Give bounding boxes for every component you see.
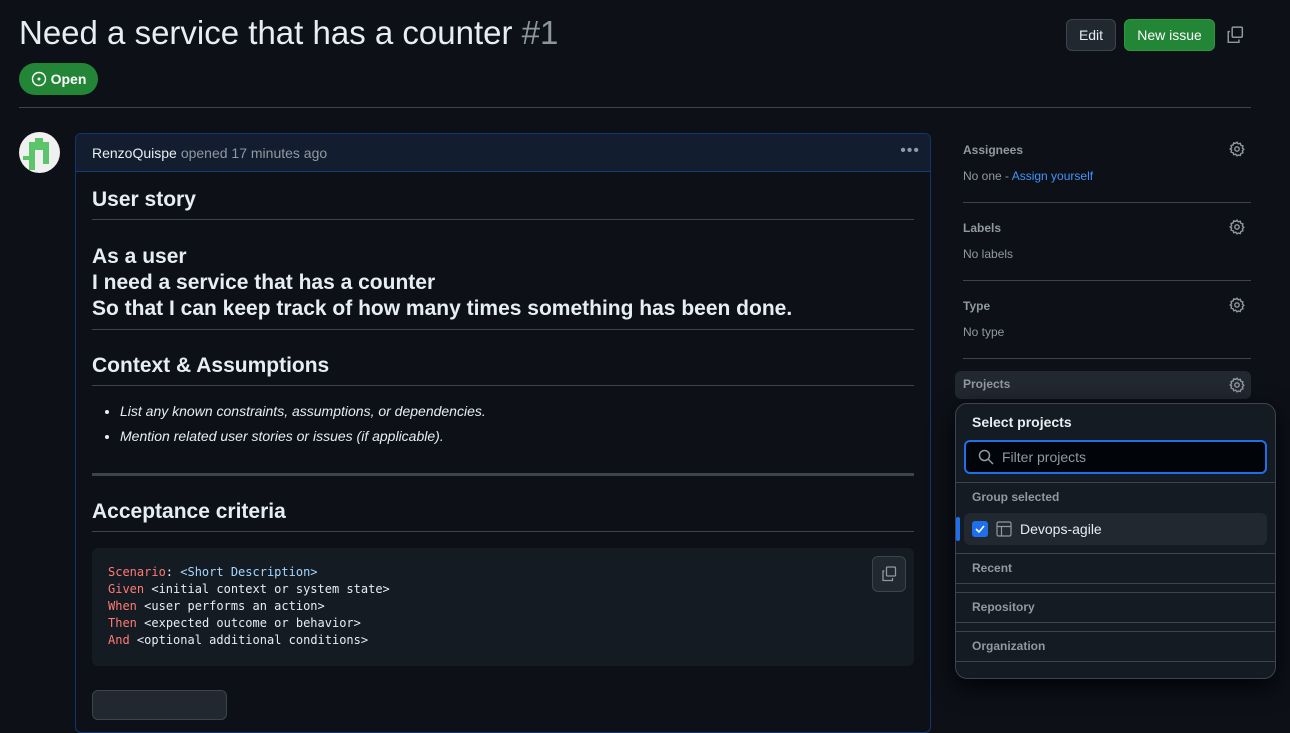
edit-button[interactable]: Edit <box>1066 19 1116 51</box>
issue-comment: RenzoQuispe opened 17 minutes ago ••• User… <box>75 133 931 733</box>
sidebar-labels: Labels No labels <box>963 219 1251 281</box>
divider <box>92 473 914 476</box>
story-line: As a user <box>92 245 187 268</box>
dropdown-title: Select projects <box>972 414 1072 430</box>
select-projects-dropdown: Select projects Filter projects Group se… <box>955 403 1276 679</box>
status-badge: Open <box>19 63 98 95</box>
gear-icon[interactable] <box>1229 141 1245 157</box>
author-link[interactable]: RenzoQuispe <box>92 145 177 161</box>
code-block: Scenario: <Short Description> Given <init… <box>92 548 914 666</box>
more-options-icon[interactable]: ••• <box>900 142 920 160</box>
gear-icon[interactable] <box>1229 219 1245 235</box>
comment-header: RenzoQuispe opened 17 minutes ago ••• <box>76 134 930 172</box>
heading-acceptance: Acceptance criteria <box>92 500 914 532</box>
issue-open-icon <box>31 71 46 87</box>
checkbox-checked-icon[interactable] <box>972 521 988 537</box>
sidebar-projects[interactable]: Projects <box>955 371 1251 399</box>
copy-link-icon[interactable] <box>1226 26 1244 44</box>
filter-projects-input[interactable]: Filter projects <box>964 440 1267 474</box>
story-line: I need a service that has a counter <box>92 271 436 294</box>
heading-context: Context & Assumptions <box>92 354 914 386</box>
organization-header: Organization <box>956 631 1275 662</box>
search-icon <box>978 449 994 465</box>
reaction-button[interactable] <box>92 690 227 720</box>
table-icon <box>996 521 1012 537</box>
gear-icon[interactable] <box>1229 297 1245 313</box>
recent-header: Recent <box>956 553 1275 584</box>
new-issue-button[interactable]: New issue <box>1124 19 1215 51</box>
assign-yourself-link[interactable]: Assign yourself <box>1012 169 1093 183</box>
project-item-devops-agile[interactable]: Devops-agile <box>956 513 1267 545</box>
copy-code-button[interactable] <box>872 556 906 592</box>
gear-icon[interactable] <box>1229 377 1245 393</box>
repository-header: Repository <box>956 592 1275 623</box>
sidebar-type: Type No type <box>963 297 1251 359</box>
group-selected-header: Group selected <box>956 482 1275 513</box>
list-item: List any known constraints, assumptions,… <box>120 399 914 424</box>
sidebar-assignees: Assignees No one - Assign yourself <box>963 141 1251 203</box>
list-item: Mention related user stories or issues (… <box>120 424 914 449</box>
page-title: Need a service that has a counter #1 <box>19 14 559 51</box>
divider <box>19 107 1251 108</box>
story-line: So that I can keep track of how many tim… <box>92 297 793 320</box>
copy-icon <box>882 566 897 582</box>
heading-user-story: User story <box>92 188 914 220</box>
avatar[interactable] <box>19 132 60 173</box>
